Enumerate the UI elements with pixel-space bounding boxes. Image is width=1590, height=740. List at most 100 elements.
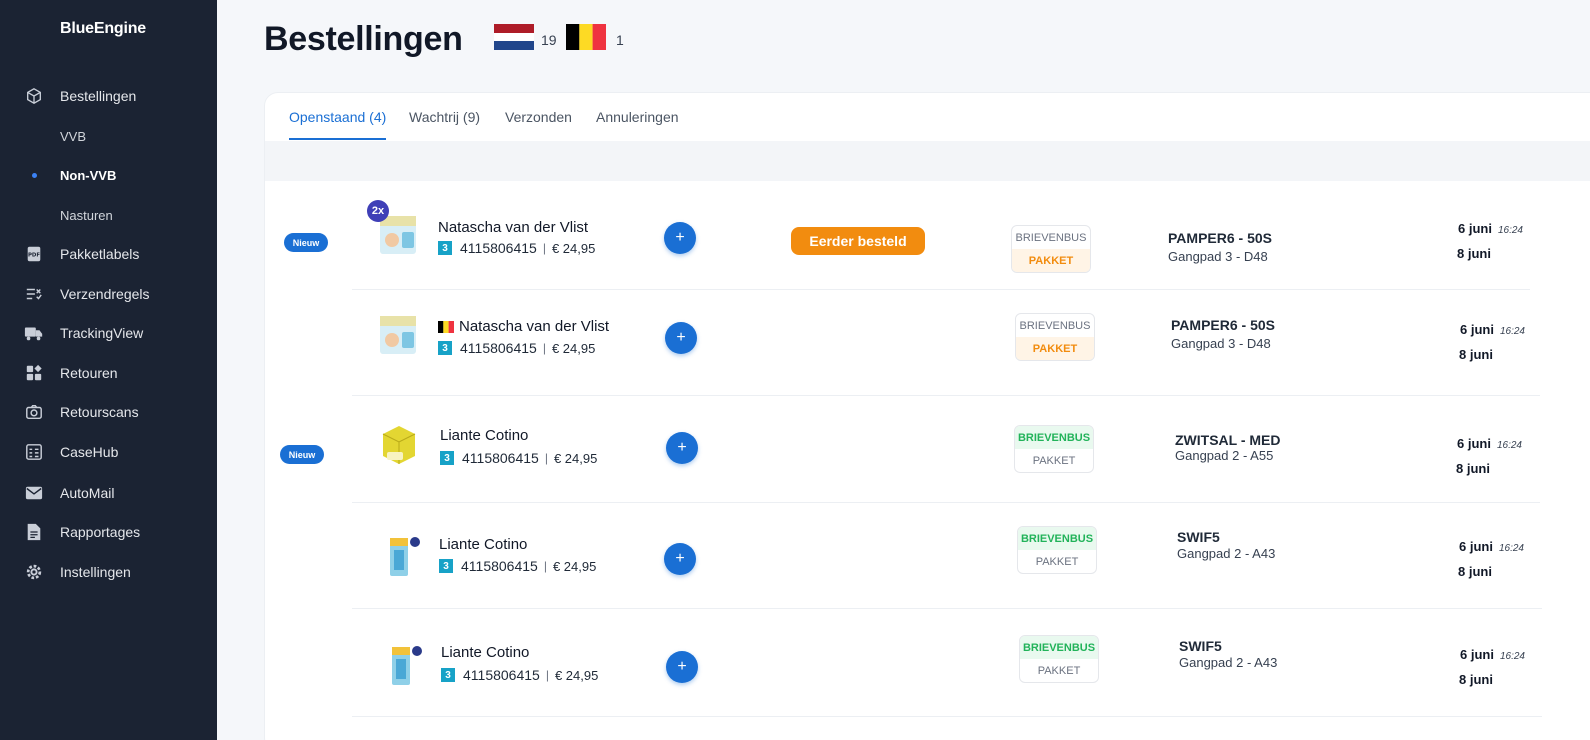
order-price: € 24,95	[552, 558, 597, 574]
sidebar: BlueEngine Bestellingen VVB Non-VVB Nast…	[0, 0, 217, 740]
shipping-method-toggle[interactable]: BRIEVENBUS PAKKET	[1014, 425, 1094, 473]
customer-name[interactable]: Liante Cotino	[441, 644, 529, 661]
be-order-count: 1	[616, 32, 624, 48]
expand-button[interactable]: +	[665, 322, 697, 354]
delivery-date: 8 juni	[1457, 246, 1491, 261]
expand-button[interactable]: +	[666, 432, 698, 464]
filter-strip	[265, 141, 1590, 181]
customer-name[interactable]: Natascha van der Vlist	[438, 219, 588, 236]
order-date: 6 juni 16:24	[1460, 322, 1525, 337]
tab-openstaand[interactable]: Openstaand (4)	[289, 109, 386, 125]
row-divider	[352, 608, 1542, 609]
order-number[interactable]: 4115806415	[463, 667, 540, 683]
product-sku: SWIF5	[1177, 529, 1220, 545]
order-date: 6 juni 16:24	[1457, 436, 1522, 451]
shipping-option-brievenbus[interactable]: BRIEVENBUS	[1015, 426, 1093, 449]
expand-button[interactable]: +	[664, 543, 696, 575]
tab-wachtrij[interactable]: Wachtrij (9)	[409, 109, 480, 125]
shipping-method-toggle[interactable]: BRIEVENBUS PAKKET	[1019, 635, 1099, 683]
shipping-option-brievenbus[interactable]: BRIEVENBUS	[1018, 527, 1096, 550]
sidebar-item-trackingview[interactable]: TrackingView	[0, 315, 217, 351]
shipping-option-pakket[interactable]: PAKKET	[1016, 337, 1094, 360]
channel-icon: 3	[439, 559, 453, 573]
order-number[interactable]: 4115806415	[462, 450, 539, 466]
rules-icon	[24, 284, 44, 304]
order-price: € 24,95	[553, 450, 598, 466]
order-date: 6 juni 16:24	[1459, 539, 1524, 554]
customer-name[interactable]: Liante Cotino	[439, 536, 527, 553]
order-number[interactable]: 4115806415	[460, 240, 537, 256]
shipping-option-pakket[interactable]: PAKKET	[1015, 449, 1093, 472]
app-logo: BlueEngine	[60, 20, 147, 37]
shipping-method-toggle[interactable]: BRIEVENBUS PAKKET	[1011, 225, 1091, 273]
order-price: € 24,95	[551, 340, 596, 356]
order-meta: 3 4115806415 | € 24,95	[438, 340, 595, 356]
customer-name[interactable]: Liante Cotino	[440, 427, 528, 444]
shipping-option-pakket[interactable]: PAKKET	[1018, 550, 1096, 573]
sidebar-item-automail[interactable]: AutoMail	[0, 475, 217, 511]
truck-icon	[24, 323, 44, 343]
sidebar-item-verzendregels[interactable]: Verzendregels	[0, 276, 217, 312]
expand-button[interactable]: +	[664, 222, 696, 254]
casehub-icon	[24, 442, 44, 462]
delivery-date: 8 juni	[1459, 672, 1493, 687]
order-meta: 3 4115806415 | € 24,95	[441, 667, 598, 683]
product-image	[380, 316, 416, 354]
shipping-option-pakket[interactable]: PAKKET	[1020, 659, 1098, 682]
active-dot	[32, 172, 37, 178]
channel-icon: 3	[438, 241, 452, 255]
camera-icon	[24, 402, 44, 422]
sidebar-item-casehub[interactable]: CaseHub	[0, 434, 217, 470]
shipping-method-toggle[interactable]: BRIEVENBUS PAKKET	[1015, 313, 1095, 361]
previously-ordered-badge: Eerder besteld	[791, 227, 925, 255]
shipping-option-pakket[interactable]: PAKKET	[1012, 249, 1090, 272]
sidebar-item-retourscans[interactable]: Retourscans	[0, 394, 217, 430]
channel-icon: 3	[441, 668, 455, 682]
shipping-option-brievenbus[interactable]: BRIEVENBUS	[1012, 226, 1090, 249]
customer-name[interactable]: Natascha van der Vlist	[438, 318, 609, 335]
sidebar-item-instellingen[interactable]: Instellingen	[0, 554, 217, 590]
active-tab-indicator	[289, 138, 386, 140]
tabs-bar: Openstaand (4) Wachtrij (9) Verzonden An…	[265, 93, 1590, 141]
pdf-icon: PDF	[24, 244, 44, 264]
quantity-badge: 2x	[367, 200, 389, 222]
order-number[interactable]: 4115806415	[460, 340, 537, 356]
box-icon	[24, 86, 44, 106]
expand-button[interactable]: +	[666, 651, 698, 683]
delivery-date: 8 juni	[1458, 564, 1492, 579]
order-price: € 24,95	[554, 667, 599, 683]
order-number[interactable]: 4115806415	[461, 558, 538, 574]
sidebar-item-pakketlabels[interactable]: PDF Pakketlabels	[0, 236, 217, 272]
order-meta: 3 4115806415 | € 24,95	[438, 240, 595, 256]
tab-verzonden[interactable]: Verzonden	[505, 109, 572, 125]
order-price: € 24,95	[551, 240, 596, 256]
product-sku: PAMPER6 - 50S	[1168, 230, 1272, 246]
orders-card: Openstaand (4) Wachtrij (9) Verzonden An…	[264, 92, 1590, 740]
belgium-flag-icon	[438, 320, 454, 333]
row-divider	[352, 502, 1540, 503]
row-divider	[352, 289, 1530, 290]
shipping-option-brievenbus[interactable]: BRIEVENBUS	[1016, 314, 1094, 337]
shipping-option-brievenbus[interactable]: BRIEVENBUS	[1020, 636, 1098, 659]
new-badge: Nieuw	[280, 445, 324, 464]
sidebar-item-retouren[interactable]: Retouren	[0, 355, 217, 391]
warehouse-location: Gangpad 2 - A43	[1179, 655, 1278, 670]
warehouse-location: Gangpad 2 - A43	[1177, 546, 1276, 561]
shipping-method-toggle[interactable]: BRIEVENBUS PAKKET	[1017, 526, 1097, 574]
page-title: Bestellingen	[264, 20, 463, 58]
sidebar-item-bestellingen[interactable]: Bestellingen	[0, 78, 217, 114]
sidebar-item-non-vvb[interactable]: Non-VVB	[0, 157, 217, 193]
retour-icon	[24, 363, 44, 383]
product-image	[392, 646, 422, 685]
product-image	[390, 537, 420, 576]
mail-icon	[24, 483, 44, 503]
tab-annuleringen[interactable]: Annuleringen	[596, 109, 679, 125]
sidebar-item-nasturen[interactable]: Nasturen	[0, 197, 217, 233]
product-sku: ZWITSAL - MED	[1175, 432, 1281, 448]
warehouse-location: Gangpad 3 - D48	[1168, 249, 1268, 264]
sidebar-item-vvb[interactable]: VVB	[0, 118, 217, 154]
sidebar-item-rapportages[interactable]: Rapportages	[0, 514, 217, 550]
warehouse-location: Gangpad 3 - D48	[1171, 336, 1271, 351]
report-icon	[24, 522, 44, 542]
channel-icon: 3	[440, 451, 454, 465]
